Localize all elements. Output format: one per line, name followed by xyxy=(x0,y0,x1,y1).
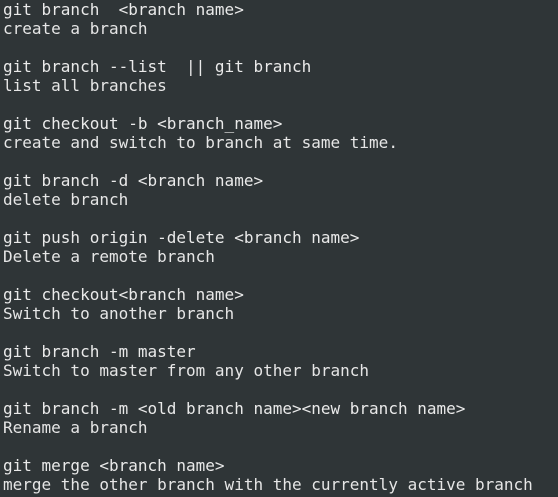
command-line: git branch -d <branch name> xyxy=(3,171,264,190)
command-line: git checkout<branch name> xyxy=(3,285,244,304)
command-line: git branch -m master xyxy=(3,342,196,361)
description-line: merge the other branch with the currentl… xyxy=(3,475,533,494)
description-line: Delete a remote branch xyxy=(3,247,215,266)
description-line: Switch to master from any other branch xyxy=(3,361,370,380)
command-entry: git branch --list || git branch list all… xyxy=(3,57,558,114)
command-line: git branch --list || git branch xyxy=(3,57,312,76)
command-line: git merge <branch name> xyxy=(3,456,225,475)
description-line: create and switch to branch at same time… xyxy=(3,133,398,152)
description-line: create a branch xyxy=(3,19,148,38)
command-entry: git merge <branch name> merge the other … xyxy=(3,456,558,494)
command-entry: git push origin -delete <branch name> De… xyxy=(3,228,558,285)
command-line: git branch <branch name> xyxy=(3,0,244,19)
description-line: list all branches xyxy=(3,76,167,95)
command-line: git branch -m <old branch name><new bran… xyxy=(3,399,466,418)
command-line: git push origin -delete <branch name> xyxy=(3,228,360,247)
description-line: Rename a branch xyxy=(3,418,148,437)
terminal-output: git branch <branch name> create a branch… xyxy=(3,0,558,494)
command-entry: git branch -d <branch name> delete branc… xyxy=(3,171,558,228)
description-line: Switch to another branch xyxy=(3,304,235,323)
terminal-window: git branch <branch name> create a branch… xyxy=(0,0,558,497)
command-entry: git branch -m master Switch to master fr… xyxy=(3,342,558,399)
command-entry: git checkout<branch name> Switch to anot… xyxy=(3,285,558,342)
description-line: delete branch xyxy=(3,190,129,209)
command-entry: git checkout -b <branch_name> create and… xyxy=(3,114,558,171)
command-entry: git branch <branch name> create a branch xyxy=(3,0,558,57)
command-entry: git branch -m <old branch name><new bran… xyxy=(3,399,558,456)
command-line: git checkout -b <branch_name> xyxy=(3,114,283,133)
